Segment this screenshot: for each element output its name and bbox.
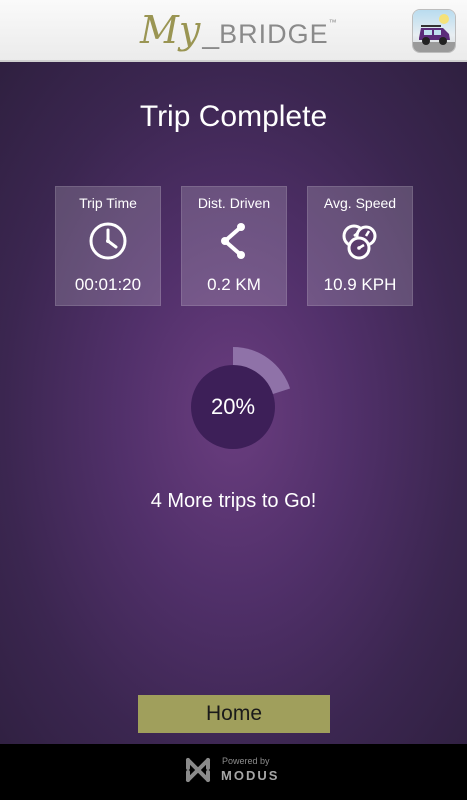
stat-card-avg-speed: Avg. Speed 10.9 KPH [307, 186, 413, 306]
clock-icon [88, 221, 128, 261]
modus-brand-text: MODUS [221, 768, 280, 783]
footer: Powered by MODUS [0, 744, 467, 800]
trips-remaining-text: 4 More trips to Go! [150, 490, 317, 512]
stat-label: Dist. Driven [197, 195, 271, 211]
speedometer-icon [340, 221, 380, 261]
trip-progress-gauge: 20% [171, 324, 301, 454]
logo-separator: _ [202, 17, 220, 50]
trip-summary-screen: Trip Complete Trip Time 00:01:20 Dist. D… [0, 62, 467, 744]
stat-card-trip-time: Trip Time 00:01:20 [55, 186, 161, 306]
car-icon[interactable] [413, 10, 455, 52]
modus-logo-icon [182, 754, 214, 786]
stat-label: Avg. Speed [323, 195, 397, 211]
logo-bridge-text: BRIDGE [219, 19, 329, 49]
logo-my-text: My [140, 8, 201, 52]
progress-percent: 20% [210, 394, 256, 419]
page-title: Trip Complete [139, 100, 328, 133]
home-button[interactable]: Home [138, 695, 330, 733]
stat-value: 00:01:20 [74, 275, 142, 294]
logo-trademark: ™ [328, 18, 337, 27]
stat-value: 0.2 KM [207, 275, 261, 294]
stat-card-distance: Dist. Driven 0.2 KM [181, 186, 287, 306]
stat-value: 10.9 KPH [323, 275, 397, 294]
route-icon [214, 221, 254, 261]
app-logo: My _ BRIDGE ™ [140, 8, 337, 52]
powered-by-text: Powered by [222, 756, 270, 766]
stat-label: Trip Time [79, 195, 137, 211]
app-header: My _ BRIDGE ™ [0, 0, 467, 62]
